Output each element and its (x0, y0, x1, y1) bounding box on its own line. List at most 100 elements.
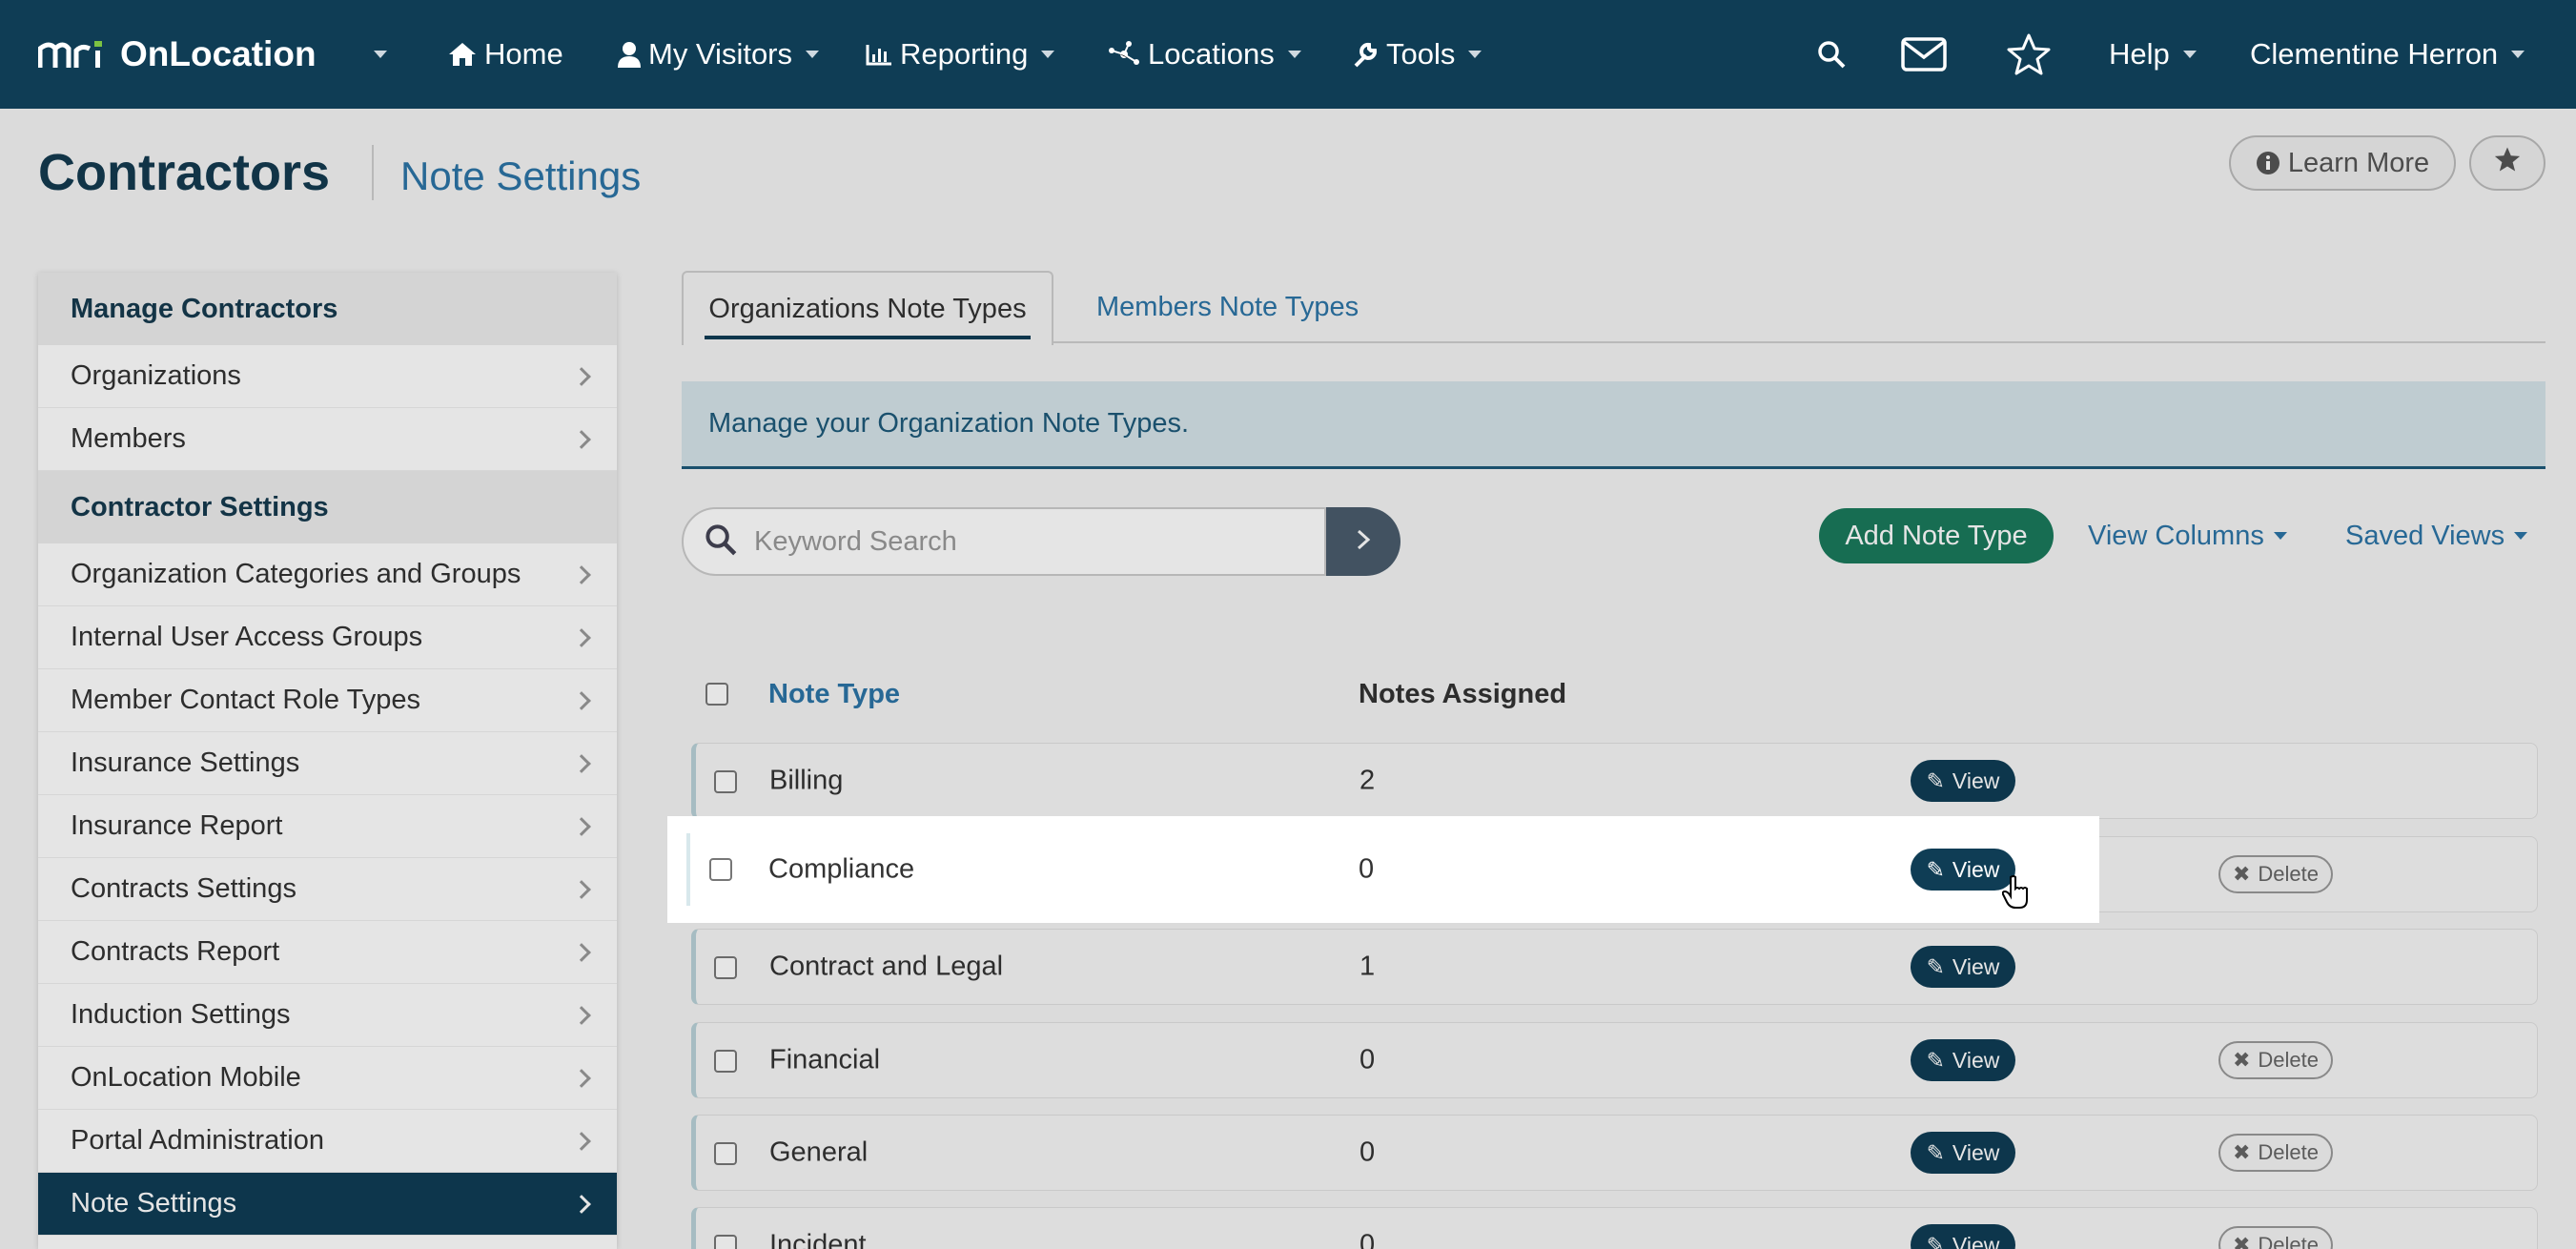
select-all-checkbox[interactable] (705, 683, 728, 706)
edit-icon: ✎ (1926, 953, 1945, 979)
view-columns-dropdown[interactable]: View Columns (2088, 508, 2287, 563)
chevron-right-icon (572, 1194, 591, 1214)
chevron-down-icon (806, 51, 820, 58)
tab-members-note-types[interactable]: Members Note Types (1082, 271, 1359, 343)
sidebar-item-internal-user-access-groups[interactable]: Internal User Access Groups (38, 606, 617, 669)
learn-more-label: Learn More (2287, 147, 2430, 178)
info-icon (2256, 151, 2280, 175)
delete-button[interactable]: ✖ Delete (2218, 1226, 2333, 1249)
view-label: View (1952, 1047, 2000, 1073)
sidebar-item-portal-administration[interactable]: Portal Administration (38, 1110, 617, 1173)
note-type-cell: Incident (769, 1229, 867, 1249)
sidebar-item-insurance-settings[interactable]: Insurance Settings (38, 732, 617, 795)
nav-reporting[interactable]: Reporting (866, 0, 1055, 109)
sidebar: Manage Contractors Organizations Members… (38, 273, 617, 1249)
search-icon[interactable] (1817, 0, 1846, 109)
tab-organizations-note-types[interactable]: Organizations Note Types (682, 271, 1053, 345)
edit-icon: ✎ (1926, 768, 1945, 793)
search-icon (705, 523, 737, 561)
sidebar-item-members[interactable]: Members (38, 408, 617, 471)
sidebar-item-member-contact-role-types[interactable]: Member Contact Role Types (38, 669, 617, 732)
sidebar-item-note-settings[interactable]: Note Settings (38, 1173, 617, 1236)
chevron-down-icon (2511, 51, 2525, 58)
delete-label: Delete (2258, 1048, 2320, 1072)
view-button[interactable]: ✎ View (1911, 946, 2015, 988)
delete-button[interactable]: ✖ Delete (2218, 855, 2333, 893)
hand-pointer-cursor-icon (2001, 875, 2031, 914)
sidebar-item-label: Organization Categories and Groups (71, 559, 521, 589)
mail-icon[interactable] (1901, 0, 1947, 109)
star-icon[interactable] (2006, 0, 2052, 109)
notes-assigned-cell: 2 (1360, 765, 1376, 796)
page-header: Contractors Note Settings (38, 143, 641, 202)
nav-locations-label: Locations (1148, 37, 1275, 71)
nav-my-visitors[interactable]: My Visitors (618, 0, 820, 109)
nav-tools[interactable]: Tools (1352, 0, 1482, 109)
sidebar-item-organizations[interactable]: Organizations (38, 345, 617, 408)
chevron-right-icon (572, 816, 591, 836)
row-checkbox[interactable] (714, 770, 737, 793)
chevron-right-icon (572, 1068, 591, 1088)
view-button[interactable]: ✎ View (1911, 849, 2015, 891)
view-label: View (1952, 856, 2000, 882)
view-label: View (1952, 953, 2000, 979)
user-icon (618, 41, 641, 68)
column-header-note-type[interactable]: Note Type (768, 679, 900, 710)
chevron-right-icon (572, 366, 591, 386)
view-button[interactable]: ✎ View (1911, 1224, 2015, 1249)
chevron-right-icon (1355, 528, 1372, 556)
row-checkbox[interactable] (714, 1050, 737, 1073)
sidebar-item-organization-categories[interactable]: Organization Categories and Groups (38, 543, 617, 606)
row-checkbox[interactable] (714, 1142, 737, 1165)
edit-icon: ✎ (1926, 1232, 1945, 1249)
sidebar-item-label: Insurance Settings (71, 747, 300, 778)
note-type-cell: Billing (769, 765, 844, 796)
view-label: View (1952, 768, 2000, 793)
brand-name: OnLocation (120, 34, 317, 73)
view-button[interactable]: ✎ View (1911, 760, 2015, 802)
view-button[interactable]: ✎ View (1911, 1132, 2015, 1174)
network-icon (1108, 41, 1140, 68)
row-checkbox[interactable] (709, 858, 732, 881)
view-button[interactable]: ✎ View (1911, 1039, 2015, 1081)
sidebar-item-induction-settings[interactable]: Induction Settings (38, 984, 617, 1047)
learn-more-button[interactable]: Learn More (2229, 135, 2456, 191)
favorite-button[interactable] (2469, 135, 2545, 191)
user-menu[interactable]: Clementine Herron (2250, 0, 2525, 109)
delete-button[interactable]: ✖ Delete (2218, 1134, 2333, 1172)
chevron-right-icon (572, 429, 591, 449)
nav-locations[interactable]: Locations (1108, 0, 1301, 109)
nav-help[interactable]: Help (2109, 0, 2197, 109)
chevron-down-icon (1041, 51, 1055, 58)
chevron-right-icon (572, 942, 591, 962)
notes-assigned-cell: 0 (1359, 853, 1375, 885)
add-note-type-button[interactable]: Add Note Type (1819, 508, 2054, 563)
brand-dropdown-toggle[interactable] (374, 0, 387, 109)
nav-home[interactable]: Home (448, 0, 563, 109)
row-checkbox[interactable] (714, 956, 737, 979)
sidebar-section-manage-contractors: Manage Contractors (38, 273, 617, 345)
chevron-right-icon (572, 1005, 591, 1025)
top-navigation-bar: OnLocation Home My Visitors Reporting Lo… (0, 0, 2576, 109)
sidebar-item-label: Note Settings (71, 1188, 237, 1218)
note-type-cell: Financial (769, 1044, 881, 1075)
brand[interactable]: OnLocation (38, 0, 317, 109)
page-title: Contractors (38, 144, 331, 201)
view-label: View (1952, 1232, 2000, 1249)
saved-views-dropdown[interactable]: Saved Views (2345, 508, 2528, 563)
search-submit-button[interactable] (1326, 507, 1400, 576)
delete-button[interactable]: ✖ Delete (2218, 1041, 2333, 1079)
sidebar-item-label: Member Contact Role Types (71, 685, 420, 715)
sidebar-item-onlocation-mobile[interactable]: OnLocation Mobile (38, 1047, 617, 1110)
chevron-right-icon (572, 1131, 591, 1151)
sidebar-section-contractor-settings: Contractor Settings (38, 471, 617, 543)
keyword-search-input[interactable] (754, 525, 1288, 558)
sidebar-item-contracts-report[interactable]: Contracts Report (38, 921, 617, 984)
sidebar-item-contracts-settings[interactable]: Contracts Settings (38, 858, 617, 921)
active-tab-underline (705, 336, 1031, 339)
row-checkbox[interactable] (714, 1235, 737, 1249)
sidebar-item-insurance-report[interactable]: Insurance Report (38, 795, 617, 858)
sidebar-item-label: Members (71, 423, 186, 454)
notes-assigned-cell: 0 (1360, 1136, 1376, 1168)
wrench-icon (1352, 41, 1379, 68)
